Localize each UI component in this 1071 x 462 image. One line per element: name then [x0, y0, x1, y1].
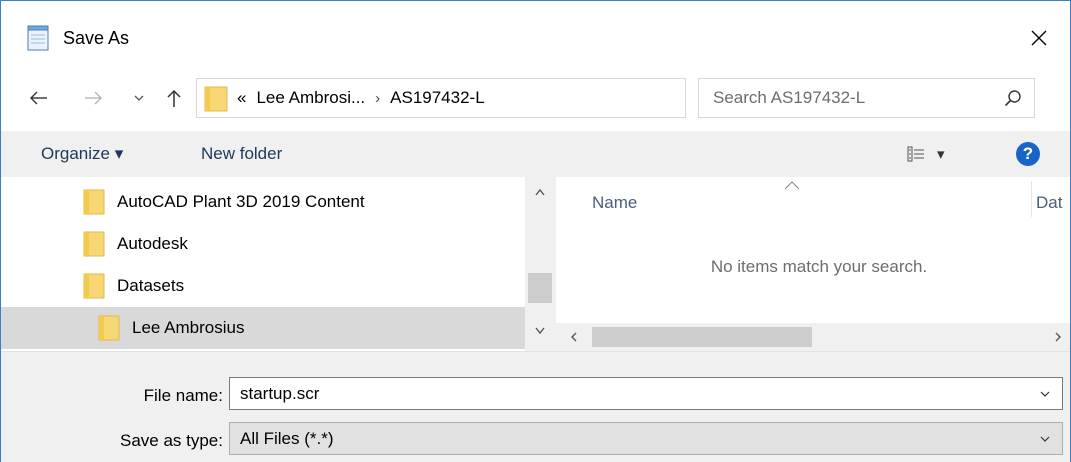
new-folder-button[interactable]: New folder [201, 131, 282, 177]
forward-arrow-icon [85, 91, 102, 105]
details-view-icon [907, 146, 924, 162]
chevron-down-icon [535, 327, 545, 335]
tree-item-label: Lee Ambrosius [132, 318, 245, 337]
folder-icon [83, 189, 105, 215]
close-icon [1031, 30, 1047, 46]
search-input[interactable] [713, 79, 983, 117]
file-list-horizontal-scrollbar[interactable] [556, 323, 1070, 351]
file-name-field[interactable] [230, 378, 1020, 409]
scroll-up-button[interactable] [525, 187, 555, 207]
view-dropdown-arrow: ▾ [937, 146, 945, 163]
organize-button[interactable]: Organize ▾ [41, 131, 123, 177]
breadcrumb-overflow[interactable]: « [237, 88, 246, 108]
breadcrumb-separator[interactable]: › [375, 90, 380, 107]
column-header-date[interactable]: Dat [1036, 193, 1062, 213]
search-box [698, 78, 1035, 118]
new-folder-label: New folder [201, 144, 283, 163]
file-name-combobox [229, 377, 1063, 410]
chevron-down-icon [1040, 391, 1050, 397]
folder-icon [204, 86, 228, 112]
search-icon[interactable] [1002, 87, 1024, 109]
tree-item-datasets[interactable]: Datasets [1, 265, 525, 307]
up-arrow-icon [167, 89, 181, 107]
tree-item-label: Datasets [117, 276, 185, 295]
save-type-label: Save as type: [119, 431, 223, 450]
breadcrumb: « Lee Ambrosi... › AS197432-L [237, 79, 485, 117]
tree-item-autocad-plant-3d-2019-content[interactable]: AutoCAD Plant 3D 2019 Content [1, 181, 525, 223]
chevron-left-icon [571, 332, 577, 342]
recent-locations-button[interactable] [131, 81, 147, 115]
tree-item-lee-ambrosius[interactable]: Lee Ambrosius [1, 307, 525, 349]
organize-label: Organize ▾ [41, 144, 124, 163]
help-button[interactable]: ? [1016, 142, 1040, 166]
save-type-dropdown-button[interactable] [1028, 423, 1062, 454]
back-arrow-icon [30, 91, 47, 105]
save-type-select[interactable]: All Files (*.*) [229, 422, 1063, 455]
scroll-down-button[interactable] [525, 325, 555, 347]
save-type-value: All Files (*.*) [240, 429, 334, 448]
notepad-icon [27, 25, 49, 51]
folder-icon [83, 273, 105, 299]
address-bar[interactable]: « Lee Ambrosi... › AS197432-L [196, 78, 872, 118]
tree-item-label: AutoCAD Plant 3D 2019 Content [117, 192, 365, 211]
title-bar: Save As [1, 1, 1070, 75]
file-name-dropdown-button[interactable] [1028, 378, 1062, 409]
forward-button[interactable] [79, 81, 107, 115]
scroll-left-button[interactable] [564, 326, 584, 348]
empty-message: No items match your search. [710, 257, 928, 276]
tree-item-label: Autodesk [117, 234, 188, 253]
help-icon: ? [1022, 144, 1034, 163]
window-title: Save As [63, 28, 130, 48]
close-button[interactable] [1008, 15, 1070, 61]
file-name-label: File name: [143, 386, 223, 405]
command-bar: Organize ▾ New folder ▾ ? [1, 131, 1070, 177]
column-header-name[interactable]: Name [592, 193, 637, 213]
column-divider[interactable] [1031, 181, 1032, 217]
file-list: Name Dat No items match your search. [555, 177, 1070, 351]
scroll-thumb[interactable] [592, 327, 812, 347]
tree-item-autodesk[interactable]: Autodesk [1, 223, 525, 265]
back-button[interactable] [25, 81, 53, 115]
save-options-panel: File name: Save as type: All Files (*.*) [1, 351, 1070, 462]
folder-icon [83, 231, 105, 257]
scroll-thumb[interactable] [528, 273, 552, 303]
up-button[interactable] [161, 81, 187, 115]
change-view-button[interactable]: ▾ [907, 131, 945, 177]
breadcrumb-item[interactable]: Lee Ambrosi... [256, 88, 365, 108]
chevron-right-icon [1055, 332, 1061, 342]
navigation-bar: « Lee Ambrosi... › AS197432-L [1, 75, 1070, 123]
folder-icon [98, 315, 120, 341]
breadcrumb-item[interactable]: AS197432-L [390, 88, 485, 108]
scroll-right-button[interactable] [1048, 326, 1068, 348]
save-as-dialog: Save As « Lee Ambrosi... › AS197432-L Se… [0, 0, 1071, 462]
tree-vertical-scrollbar[interactable] [525, 177, 555, 351]
sort-ascending-icon [784, 181, 800, 190]
navigation-pane: AutoCAD Plant 3D 2019 Content Autodesk D… [1, 177, 555, 351]
chevron-down-icon [134, 95, 144, 101]
chevron-up-icon [535, 188, 545, 196]
chevron-down-icon [1040, 436, 1050, 442]
